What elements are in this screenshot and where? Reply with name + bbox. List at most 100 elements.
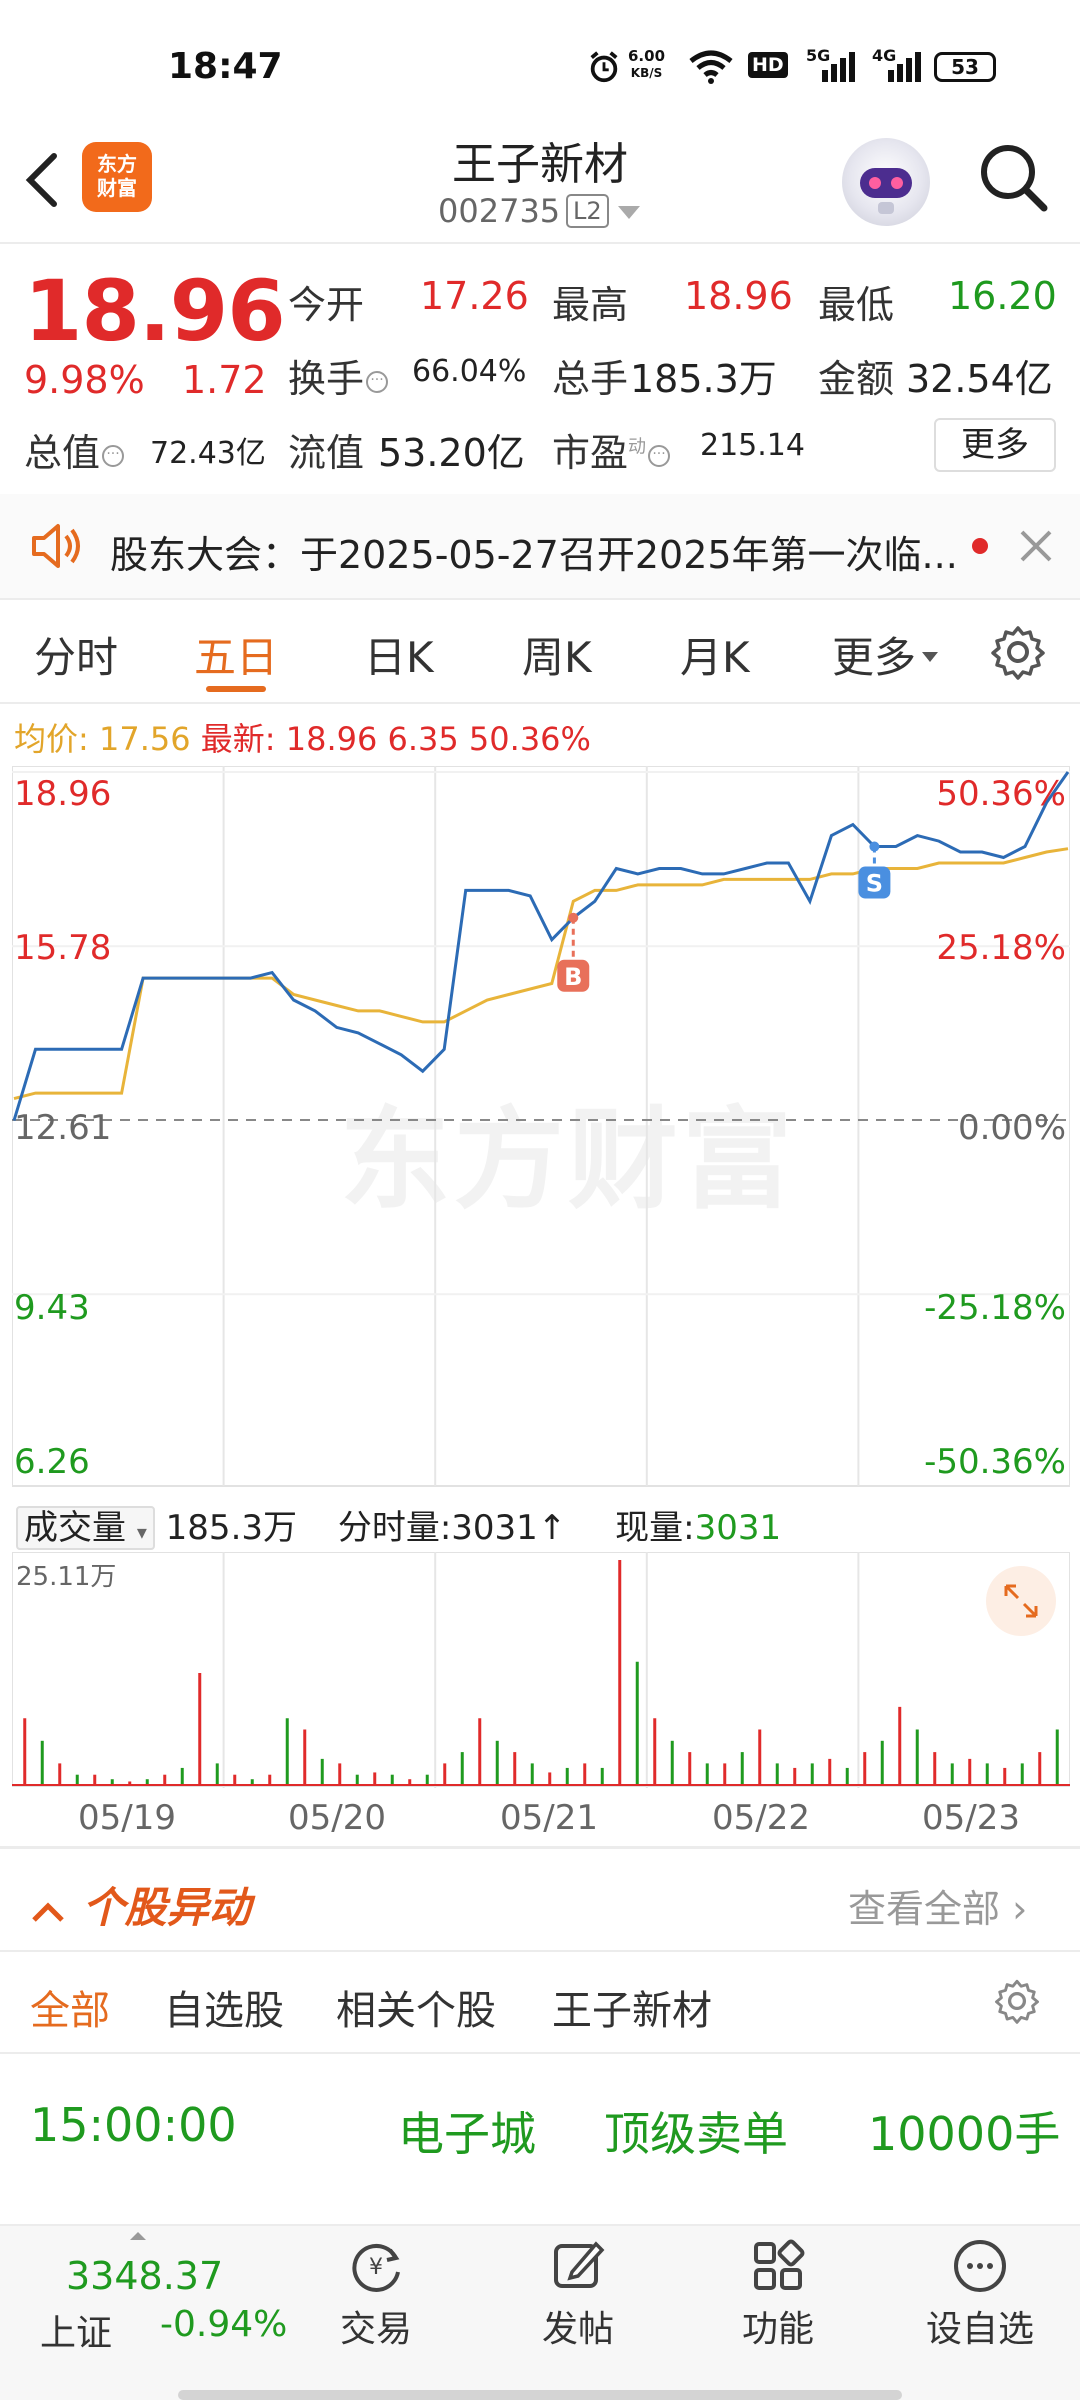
movement-divider [0, 1950, 1080, 1952]
search-icon[interactable] [976, 140, 1050, 214]
turnover-value: 66.04% [412, 354, 527, 389]
change-amount: 1.72 [182, 358, 267, 402]
float-cap-label: 流值 [288, 431, 365, 475]
nav-post[interactable]: 发帖 [508, 2236, 648, 2352]
open-label: 今开 [288, 283, 365, 327]
tabs-divider [0, 702, 1080, 704]
last-price: 18.96 [24, 262, 286, 360]
index-change[interactable]: -0.94% [160, 2304, 287, 2345]
chevron-right-icon: › [1012, 1887, 1028, 1931]
date-label: 05/21 [500, 1798, 598, 1838]
series-line-average [13, 847, 1069, 1101]
latest-change: 6.35 [387, 720, 459, 758]
info-icon: ··· [102, 445, 125, 467]
caret-down-icon [922, 652, 939, 662]
chart-grid [12, 766, 1070, 1487]
y-right-tick: 25.18% [936, 928, 1066, 968]
announce-divider [0, 598, 1080, 600]
tab-daily-k[interactable]: 日K [364, 624, 434, 685]
unread-dot [972, 538, 988, 554]
announcement-text[interactable]: 股东大会：于2025-05-27召开2025年第一次临... [110, 524, 958, 579]
tab-intraday[interactable]: 分时 [34, 624, 118, 685]
tab-monthly-k[interactable]: 月K [680, 624, 750, 685]
tab-more[interactable]: 更多 [832, 624, 939, 685]
market-cap-value: 72.43亿 [150, 436, 266, 471]
marker-point [568, 912, 579, 923]
gear-icon[interactable] [994, 1978, 1040, 2024]
active-tab-indicator [206, 686, 266, 692]
pe-value: 215.14 [700, 428, 805, 463]
filter-watchlist[interactable]: 自选股 [164, 1978, 284, 2036]
trade-markers: BS [557, 841, 891, 992]
y-left-tick: 9.43 [14, 1288, 90, 1328]
home-indicator[interactable] [178, 2390, 902, 2400]
low-label: 最低 [818, 283, 895, 327]
filter-all[interactable]: 全部 [30, 1978, 110, 2036]
ai-assistant-avatar[interactable] [842, 138, 930, 226]
latest-percent: 50.36% [468, 720, 591, 758]
info-icon: ··· [366, 371, 389, 393]
average-price-row: 均价: 17.56 最新: 18.96 6.35 50.36% [14, 714, 591, 760]
date-label: 05/19 [78, 1798, 176, 1838]
trade-marker-label: S [866, 870, 883, 898]
more-button[interactable]: 更多 [934, 418, 1056, 472]
trade-icon: ¥ [352, 2243, 400, 2292]
chevron-down-icon[interactable] [618, 206, 640, 219]
filter-this-stock[interactable]: 王子新材 [552, 1978, 712, 2036]
open-value: 17.26 [420, 274, 529, 318]
signal-5g-icon [822, 52, 855, 82]
nav-functions[interactable]: 功能 [708, 2236, 848, 2352]
date-label: 05/23 [922, 1798, 1020, 1838]
volume-value: 185.3万 [630, 357, 777, 401]
filter-divider [0, 2052, 1080, 2054]
battery-icon: 53 [934, 52, 996, 82]
speaker-icon [32, 524, 80, 568]
nav-add-watchlist[interactable]: 设自选 [910, 2236, 1050, 2352]
view-all-link[interactable]: 查看全部 › [848, 1878, 1027, 1933]
float-cap-value: 53.20亿 [378, 431, 525, 475]
chevron-up-icon [32, 1901, 64, 1922]
nav-trade[interactable]: ¥ 交易 [306, 2236, 446, 2352]
robot-icon [860, 168, 912, 214]
tab-weekly-k[interactable]: 周K [522, 624, 592, 685]
wifi-icon [689, 50, 733, 84]
expand-icon[interactable] [986, 1566, 1056, 1636]
avg-value: 17.56 [98, 720, 191, 758]
pe-label: 市盈动 ··· [552, 422, 671, 477]
filter-related[interactable]: 相关个股 [336, 1978, 496, 2036]
amount-value: 32.54亿 [906, 357, 1053, 401]
index-value[interactable]: 3348.37 [66, 2254, 223, 2298]
volume-row: 成交量 ▾ 185.3万 分时量:3031↑ 现量:3031 [16, 1500, 781, 1550]
volume-frame [12, 1552, 1070, 1787]
movement-section-title[interactable]: 个股异动 [28, 1874, 251, 1935]
level2-badge[interactable]: L2 [566, 194, 609, 228]
index-name[interactable]: 上证 [40, 2304, 112, 2356]
tick-volume: 分时量:3031 [337, 1508, 538, 1548]
change-percent: 9.98% [24, 358, 145, 402]
gear-icon[interactable] [990, 624, 1046, 680]
movement-time: 15:00:00 [30, 2098, 237, 2152]
movement-plate[interactable]: 电子城 [398, 2098, 536, 2164]
up-arrow-icon: ↑ [537, 1508, 567, 1548]
caret-up-icon[interactable] [130, 2232, 146, 2240]
market-cap-label: 总值 ··· [24, 422, 125, 477]
svg-text:¥: ¥ [369, 2255, 383, 2280]
high-value: 18.96 [684, 274, 793, 318]
tab-five-day[interactable]: 五日 [194, 624, 278, 685]
y-right-tick: 50.36% [936, 774, 1066, 814]
chart-frame [12, 766, 1070, 1487]
hd-icon: HD [748, 52, 788, 78]
date-label: 05/20 [288, 1798, 386, 1838]
latest-label: 最新: [200, 720, 276, 758]
volume-indicator-select[interactable]: 成交量 ▾ [16, 1506, 155, 1550]
low-value: 16.20 [948, 274, 1057, 318]
avg-label: 均价: [14, 720, 89, 758]
y-left-tick: 15.78 [14, 928, 112, 968]
amount-label: 金额 [818, 357, 895, 401]
five-day-price-chart[interactable]: BS [12, 766, 1070, 1488]
volume-chart[interactable] [12, 1552, 1070, 1788]
close-icon[interactable] [1018, 528, 1054, 564]
stock-code[interactable]: 002735 [438, 192, 560, 230]
volume-label: 总手 [552, 357, 629, 401]
network-speed: 6.00 KB/S [628, 47, 666, 81]
